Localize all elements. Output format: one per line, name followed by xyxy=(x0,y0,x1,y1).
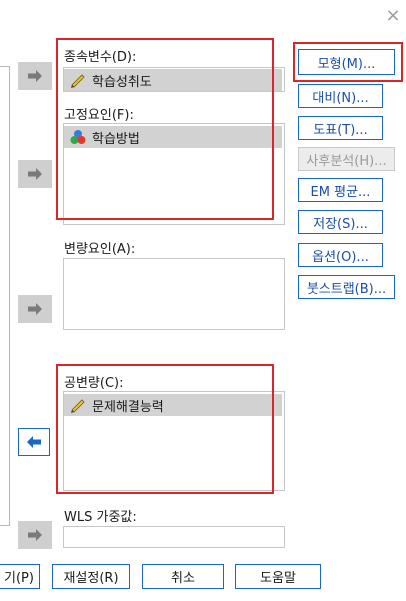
variable-list-panel[interactable] xyxy=(0,66,10,526)
move-to-fixed-factor-button[interactable] xyxy=(18,160,52,188)
random-factor-label: 변량요인(A): xyxy=(64,242,136,257)
bootstrap-button[interactable]: 붓스트랩(B)... xyxy=(298,275,395,299)
contrast-button[interactable]: 대비(N)... xyxy=(298,84,383,108)
save-button[interactable]: 저장(S)... xyxy=(298,210,383,234)
em-means-button[interactable]: EM 평균... xyxy=(298,178,383,202)
random-factor-list[interactable] xyxy=(63,258,285,330)
highlight-dependent-fixed xyxy=(56,38,274,220)
paste-button[interactable]: 기(P) xyxy=(0,564,40,589)
move-to-dependent-button[interactable] xyxy=(18,62,52,90)
arrow-right-icon xyxy=(28,529,42,541)
arrow-left-icon xyxy=(27,436,41,448)
posthoc-button: 사후분석(H)... xyxy=(298,147,395,171)
wls-weight-field[interactable] xyxy=(63,526,285,548)
move-to-wls-button[interactable] xyxy=(18,521,52,549)
move-to-covariate-button[interactable] xyxy=(18,428,50,456)
move-to-random-factor-button[interactable] xyxy=(18,295,52,323)
arrow-right-icon xyxy=(28,168,42,180)
arrow-right-icon xyxy=(28,70,42,82)
arrow-right-icon xyxy=(28,303,42,315)
plots-button[interactable]: 도표(T)... xyxy=(298,116,383,140)
help-button[interactable]: 도움말 xyxy=(235,564,321,589)
wls-weight-label: WLS 가중값: xyxy=(64,510,137,525)
reset-button[interactable]: 재설정(R) xyxy=(52,564,130,589)
highlight-covariate xyxy=(56,364,274,494)
highlight-model xyxy=(293,42,403,82)
options-button[interactable]: 옵션(O)... xyxy=(298,243,383,267)
cancel-button[interactable]: 취소 xyxy=(142,564,224,589)
close-icon[interactable]: × xyxy=(383,6,403,26)
